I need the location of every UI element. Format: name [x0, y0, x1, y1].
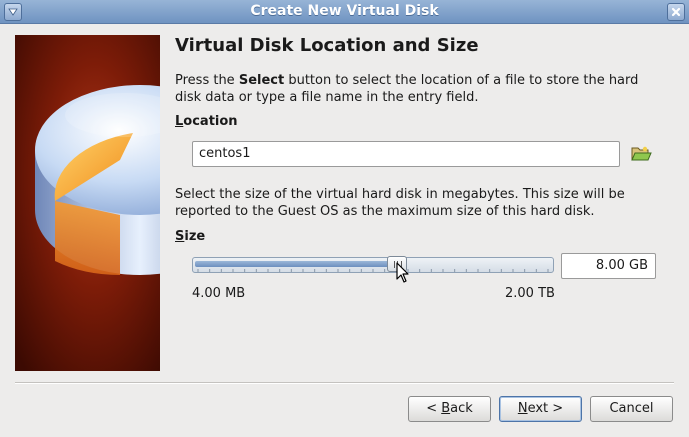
mouse-cursor-icon	[396, 262, 410, 288]
title-bar: Create New Virtual Disk	[0, 0, 689, 24]
disk-image	[15, 35, 160, 371]
size-value-field[interactable]: 8.00 GB	[561, 253, 656, 279]
location-input[interactable]: centos1	[192, 141, 620, 167]
slider-fill	[195, 261, 397, 267]
size-label: Size	[175, 229, 206, 244]
size-max-label: 2.00 TB	[505, 286, 555, 301]
size-slider[interactable]	[192, 256, 554, 274]
location-label: Location	[175, 114, 238, 129]
back-button[interactable]: < Back	[408, 396, 491, 422]
separator	[15, 382, 674, 384]
next-button[interactable]: Next >	[499, 396, 582, 422]
close-icon[interactable]	[667, 3, 685, 21]
slider-ticks	[197, 269, 549, 272]
size-description: Select the size of the virtual hard disk…	[175, 187, 625, 219]
page-heading: Virtual Disk Location and Size	[175, 35, 479, 56]
folder-open-icon[interactable]	[630, 144, 652, 164]
intro-text: Press the Select button to select the lo…	[175, 73, 639, 105]
window-title: Create New Virtual Disk	[250, 3, 439, 19]
size-min-label: 4.00 MB	[192, 286, 246, 301]
cancel-button[interactable]: Cancel	[590, 396, 673, 422]
